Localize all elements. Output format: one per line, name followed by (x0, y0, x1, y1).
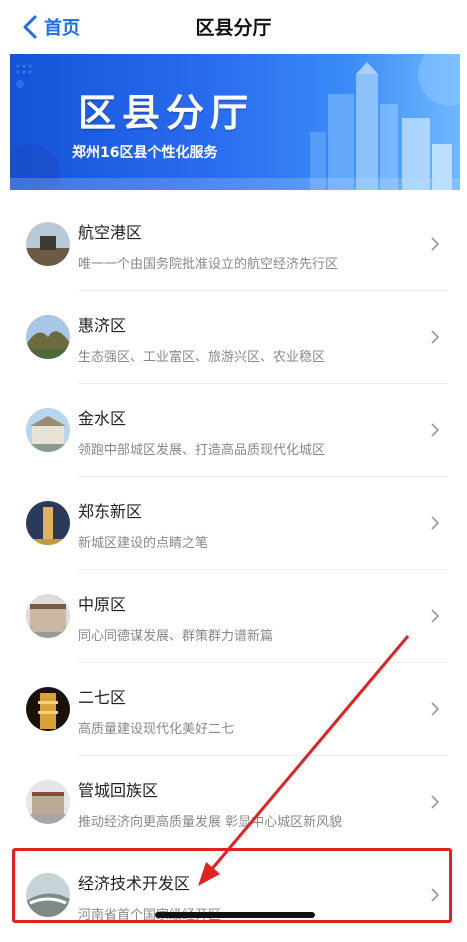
home-indicator (155, 912, 315, 918)
annotation-arrow (198, 635, 410, 886)
